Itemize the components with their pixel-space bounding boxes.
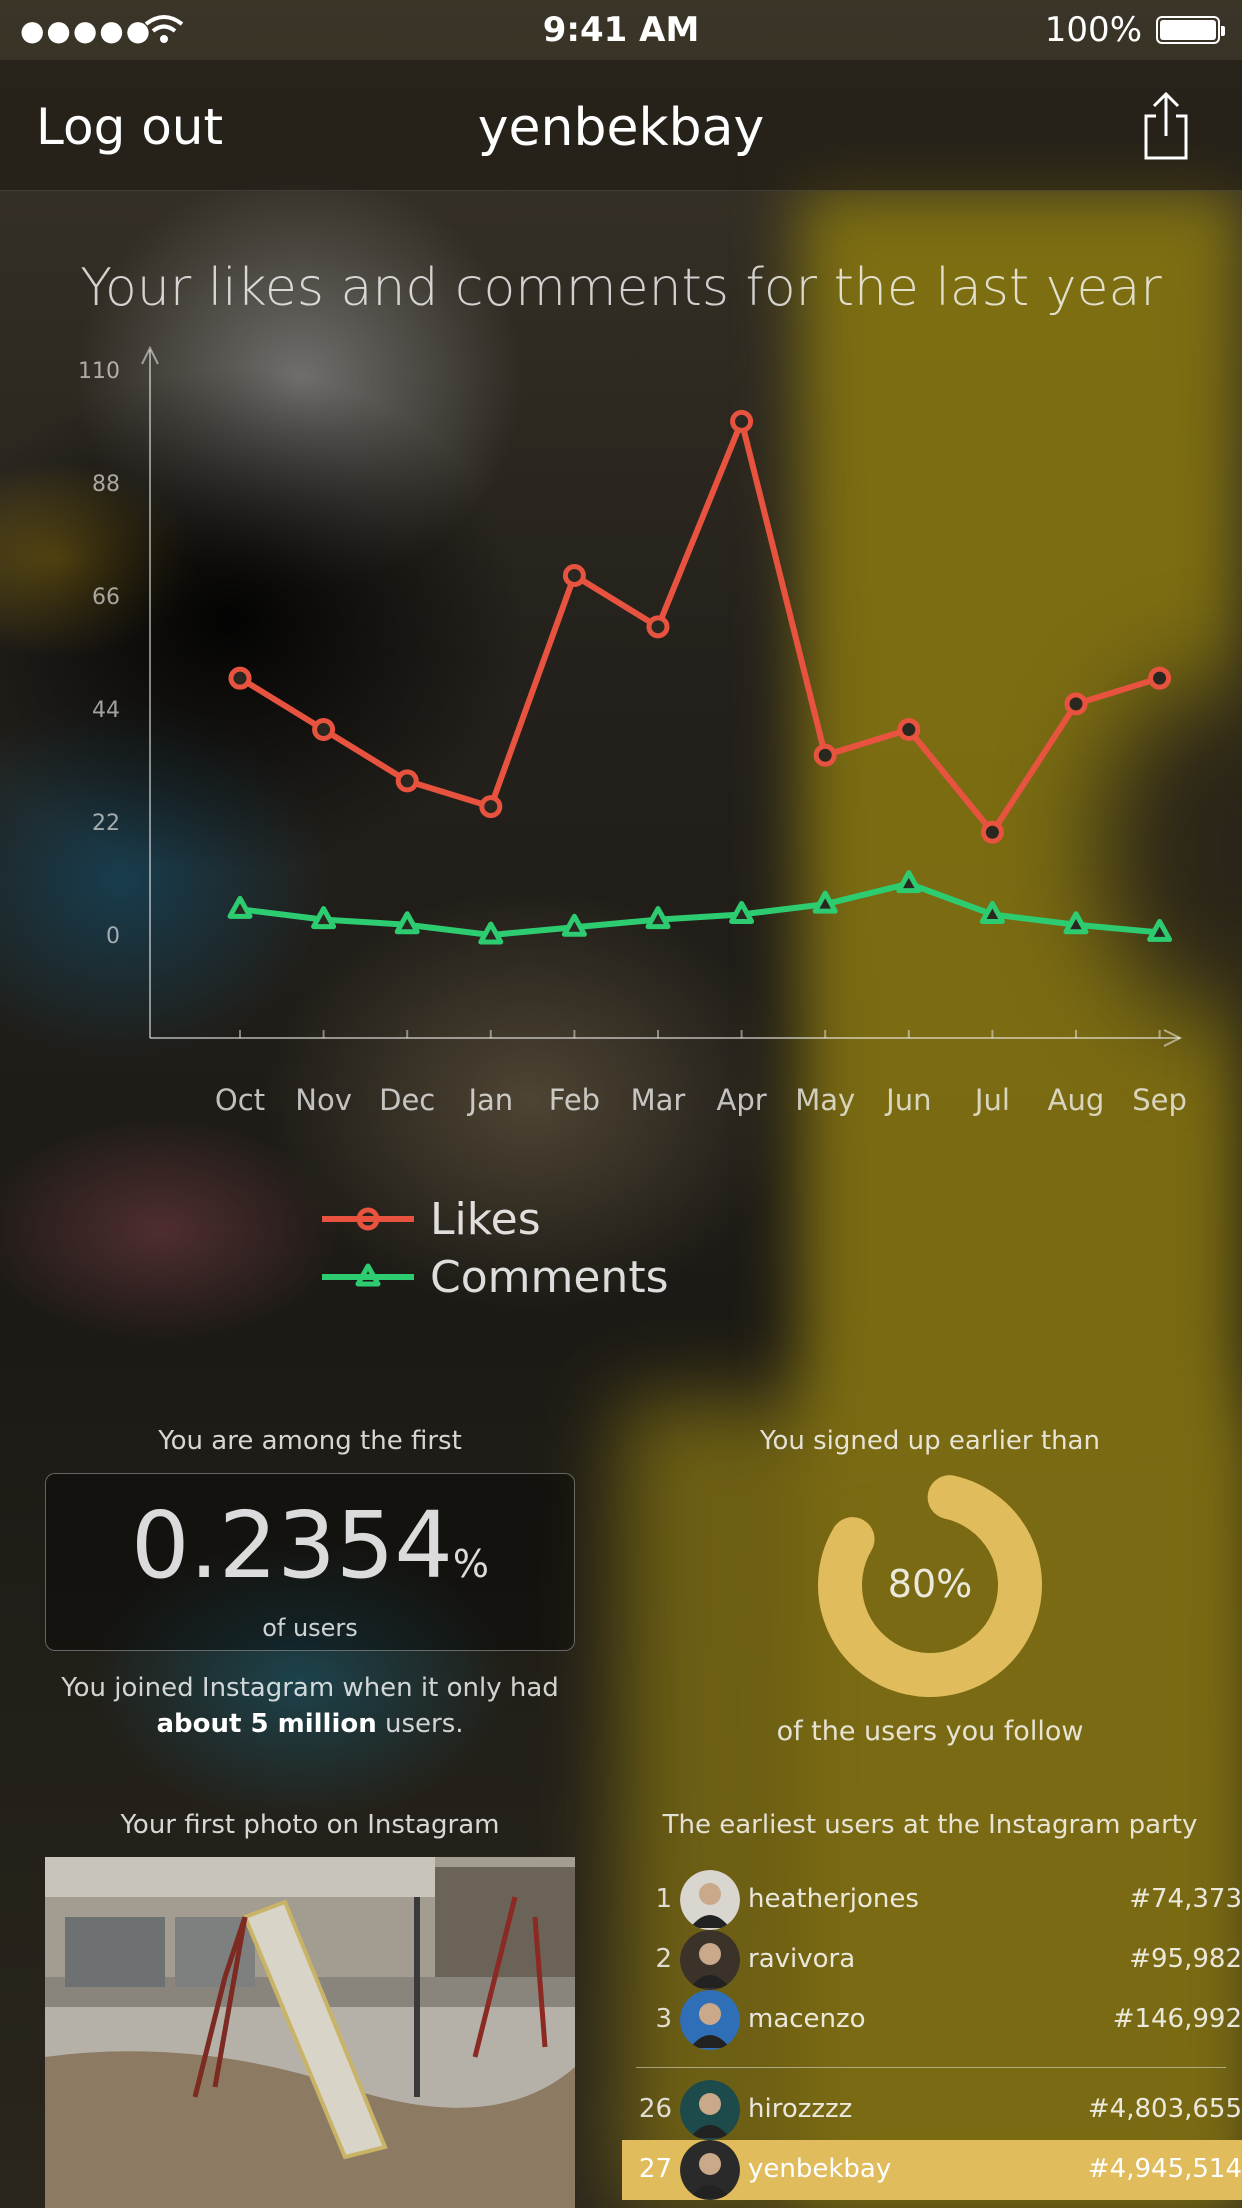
legend-comments-label: Comments xyxy=(430,1251,669,1303)
signup-percent: 80% xyxy=(887,1562,973,1606)
joined-text: You joined Instagram when it only had ab… xyxy=(61,1673,559,1739)
user-rank: 27 xyxy=(638,2154,672,2184)
earliest-users-list: 1 heatherjones #74,373 2 ravivora #95,982… xyxy=(622,1870,1242,2050)
x-tick-label: Sep xyxy=(1132,1083,1187,1117)
avatar xyxy=(680,1930,740,1990)
likes-comments-chart: 0 22 44 66 88 110 Oct Nov Dec Jan Feb Mar Apr May Jun J… xyxy=(78,345,1187,1117)
user-number: #146,992 xyxy=(1112,2004,1242,2034)
username: heatherjones xyxy=(748,1884,919,1914)
likes-point xyxy=(1064,692,1088,716)
list-item[interactable]: 26 hirozzzz #4,803,655 xyxy=(622,2080,1242,2140)
percentile-sub: of users xyxy=(262,1614,358,1642)
navigation-bar: Log out yenbekbay xyxy=(0,60,1242,191)
likes-point xyxy=(646,615,670,639)
battery-icon xyxy=(1156,16,1225,44)
comments-point xyxy=(394,911,420,935)
likes-point xyxy=(897,718,921,742)
user-rank: 3 xyxy=(655,2004,672,2034)
likes-point xyxy=(228,666,252,690)
likes-point xyxy=(1148,666,1172,690)
list-item[interactable]: 27 yenbekbay #4,945,514 xyxy=(622,2140,1242,2200)
status-bar: ●●●●● 9:41 AM 100% xyxy=(0,0,1242,60)
likes-legend-icon xyxy=(322,1207,414,1231)
y-tick-label: 110 xyxy=(78,359,120,384)
comments-point xyxy=(645,906,671,930)
y-tick-label: 22 xyxy=(92,811,120,836)
likes-point xyxy=(395,769,419,793)
x-tick-label: Apr xyxy=(717,1083,767,1117)
earliest-label: The earliest users at the Instagram part… xyxy=(662,1810,1198,1840)
battery-percent: 100% xyxy=(1044,10,1142,50)
y-tick-label: 44 xyxy=(92,698,120,723)
x-tick-label: May xyxy=(795,1083,855,1117)
share-icon[interactable] xyxy=(1140,90,1192,162)
username: hirozzzz xyxy=(748,2094,853,2124)
likes-point xyxy=(479,795,503,819)
comments-point xyxy=(729,900,755,924)
list-divider xyxy=(636,2067,1226,2068)
series-line-comments xyxy=(239,880,1160,938)
playground-slide-image xyxy=(45,1857,575,2208)
legend-comments: Comments xyxy=(320,1248,669,1306)
first-photo-label: Your first photo on Instagram xyxy=(120,1810,500,1840)
x-tick-label: Jan xyxy=(466,1083,513,1117)
username: yenbekbay xyxy=(748,2154,892,2184)
legend-likes: Likes xyxy=(320,1190,669,1248)
x-tick-label: Jun xyxy=(884,1083,931,1117)
avatar xyxy=(680,1870,740,1930)
y-tick-label: 66 xyxy=(92,585,120,610)
signed-label: You signed up earlier than xyxy=(760,1426,1100,1456)
legend-likes-label: Likes xyxy=(430,1193,541,1245)
user-number: #4,945,514 xyxy=(1087,2154,1242,2184)
list-item[interactable]: 2 ravivora #95,982 xyxy=(622,1930,1242,1990)
list-item[interactable]: 3 macenzo #146,992 xyxy=(622,1990,1242,2050)
list-item[interactable]: 1 heatherjones #74,373 xyxy=(622,1870,1242,1930)
avatar xyxy=(680,1990,740,2050)
x-tick-label: Nov xyxy=(295,1083,352,1117)
logout-button[interactable]: Log out xyxy=(36,98,223,156)
comments-point xyxy=(979,900,1005,924)
comments-point xyxy=(896,870,922,894)
nearby-users-list: 26 hirozzzz #4,803,655 27 yenbekbay #4,94… xyxy=(622,2080,1242,2200)
among-label: You are among the first xyxy=(158,1426,462,1456)
comments-point xyxy=(478,921,504,945)
comments-point xyxy=(227,895,253,919)
first-photo[interactable] xyxy=(45,1857,575,2208)
avatar xyxy=(680,2140,740,2200)
x-tick-label: Mar xyxy=(631,1083,686,1117)
series-line-likes xyxy=(238,418,1161,836)
comments-legend-icon xyxy=(322,1263,414,1287)
comments-point xyxy=(812,890,838,914)
likes-point xyxy=(730,409,754,433)
user-percentile-box: 0.2354% of users xyxy=(45,1473,575,1651)
y-tick-label: 0 xyxy=(106,924,120,949)
likes-point xyxy=(562,563,586,587)
x-tick-label: Feb xyxy=(549,1083,600,1117)
comments-point xyxy=(1063,911,1089,935)
x-tick-label: Dec xyxy=(379,1083,435,1117)
x-tick-label: Oct xyxy=(215,1083,265,1117)
user-rank: 1 xyxy=(655,1884,672,1914)
user-number: #95,982 xyxy=(1129,1944,1242,1974)
x-tick-label: Jul xyxy=(973,1083,1010,1117)
comments-point xyxy=(1147,918,1173,942)
percentile-value: 0.2354% xyxy=(130,1492,490,1599)
chart-title: Your likes and comments for the last yea… xyxy=(80,258,1162,318)
comments-point xyxy=(561,913,587,937)
signed-sub: of the users you follow xyxy=(776,1716,1084,1747)
comments-point xyxy=(311,906,337,930)
y-tick-label: 88 xyxy=(92,472,120,497)
chart-legend: Likes Comments xyxy=(320,1190,669,1306)
likes-point xyxy=(813,743,837,767)
user-rank: 26 xyxy=(638,2094,672,2124)
user-number: #74,373 xyxy=(1129,1884,1242,1914)
username: ravivora xyxy=(748,1944,856,1974)
avatar xyxy=(680,2080,740,2140)
user-number: #4,803,655 xyxy=(1087,2094,1242,2124)
x-tick-label: Aug xyxy=(1048,1083,1105,1117)
user-rank: 2 xyxy=(655,1944,672,1974)
likes-point xyxy=(980,820,1004,844)
username: macenzo xyxy=(748,2004,866,2034)
likes-point xyxy=(312,718,336,742)
